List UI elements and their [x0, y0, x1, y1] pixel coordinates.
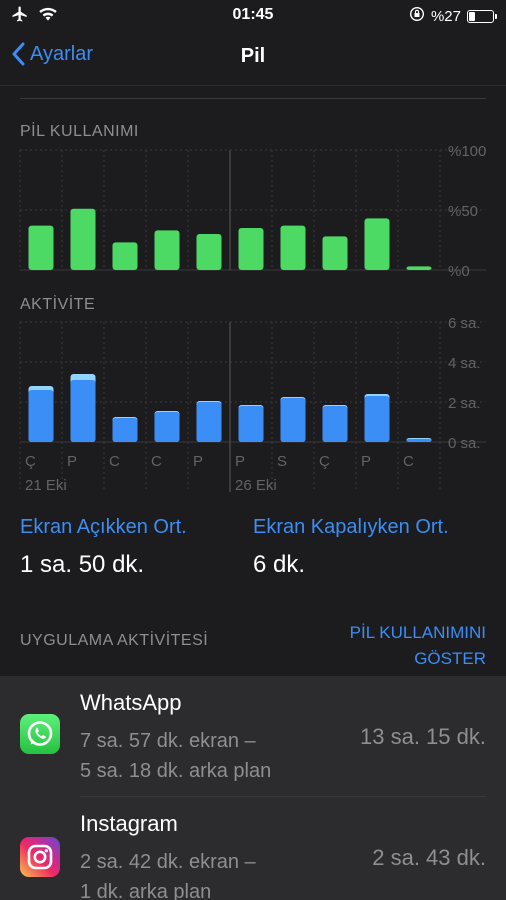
x-tick-label: P	[67, 453, 77, 470]
status-right: %27	[409, 6, 497, 26]
y-tick-label: 6 sa.	[448, 315, 481, 332]
show-battery-usage-line2: GÖSTER	[414, 649, 486, 668]
battery-bar	[406, 266, 432, 270]
x-tick-label: P	[361, 453, 371, 470]
activity-bar-screen-on	[154, 412, 180, 442]
screen-off-average: Ekran Kapalıyken Ort. 6 dk.	[253, 516, 449, 579]
screen-off-value: 6 dk.	[253, 551, 306, 578]
x-tick-label: C	[151, 453, 162, 470]
app-activity-title: UYGULAMA AKTİVİTESİ	[20, 632, 209, 649]
y-tick-label: 4 sa.	[448, 355, 481, 372]
app-total-time: 13 sa. 15 dk.	[360, 724, 486, 749]
activity-bar-screen-on	[406, 439, 432, 442]
activity-bar-screen-on	[28, 390, 54, 442]
app-screen-time: 2 sa. 42 dk. ekran –	[80, 851, 256, 873]
y-tick-label: %100	[448, 143, 486, 160]
x-tick-label: P	[235, 453, 245, 470]
battery-bar	[280, 225, 306, 270]
activity-bar-screen-on	[70, 380, 96, 442]
battery-fill	[469, 11, 476, 21]
app-row-whatsapp[interactable]: WhatsApp 7 sa. 57 dk. ekran – 5 sa. 18 d…	[0, 676, 506, 797]
x-tick-label: Ç	[319, 453, 330, 470]
screen-on-label: Ekran Açıkken Ort.	[20, 516, 187, 538]
screen-on-value: 1 sa. 50 dk.	[20, 551, 145, 578]
app-list: WhatsApp 7 sa. 57 dk. ekran – 5 sa. 18 d…	[0, 676, 506, 900]
screen-off-label: Ekran Kapalıyken Ort.	[253, 516, 449, 538]
battery-bar	[28, 225, 54, 270]
battery-bar	[364, 218, 390, 270]
date-label: 21 Eki	[25, 477, 67, 494]
activity-bar-screen-on	[238, 406, 264, 442]
x-tick-label: C	[403, 453, 414, 470]
activity-bar-screen-on	[364, 396, 390, 442]
y-tick-label: %50	[448, 203, 478, 220]
x-tick-label: S	[277, 453, 287, 470]
page-title: Pil	[240, 45, 266, 67]
y-tick-label: %0	[448, 263, 470, 280]
battery-charts-section: PİL KULLANIMI AKTİVİTE %100 %50 %0 6 sa. 4 …	[0, 86, 506, 676]
instagram-icon	[20, 837, 60, 877]
x-tick-label: C	[109, 453, 120, 470]
app-usage-detail: 2 sa. 42 dk. ekran – 1 dk. arka plan	[80, 847, 256, 900]
usage-charts[interactable]: %100 %50 %0 6 sa. 4 sa. 2 sa. 0 sa. Ç P C C P P S Ç P…	[0, 86, 506, 506]
rotation-lock-icon	[409, 6, 425, 26]
x-tick-label: Ç	[25, 453, 36, 470]
app-background-time: 1 dk. arka plan	[80, 881, 212, 900]
whatsapp-icon	[20, 714, 60, 754]
battery-bar	[238, 228, 264, 270]
show-battery-usage-button[interactable]: PİL KULLANIMINI GÖSTER	[350, 620, 486, 672]
screen-on-average: Ekran Açıkken Ort. 1 sa. 50 dk.	[20, 516, 187, 579]
app-name: Instagram	[80, 811, 178, 836]
status-bar: 01:45 %27	[0, 0, 506, 32]
x-tick-label: P	[193, 453, 203, 470]
battery-percent: %27	[430, 7, 461, 25]
y-tick-label: 2 sa.	[448, 395, 481, 412]
battery-bar	[112, 242, 138, 270]
show-battery-usage-line1: PİL KULLANIMINI	[349, 623, 486, 642]
app-screen-time: 7 sa. 57 dk. ekran –	[80, 730, 256, 752]
app-background-time: 5 sa. 18 dk. arka plan	[80, 760, 272, 782]
activity-bar-screen-on	[112, 418, 138, 442]
battery-bar	[196, 234, 222, 270]
date-label: 26 Eki	[235, 477, 277, 494]
nav-bar: Ayarlar Pil	[0, 32, 506, 86]
app-name: WhatsApp	[80, 690, 182, 715]
battery-bar	[70, 208, 96, 270]
battery-bar	[154, 230, 180, 270]
battery-icon	[467, 9, 497, 23]
app-row-instagram[interactable]: Instagram 2 sa. 42 dk. ekran – 1 dk. ark…	[0, 797, 506, 900]
activity-bar-screen-on	[322, 406, 348, 442]
activity-bar-screen-on	[196, 402, 222, 442]
activity-bar-screen-on	[280, 398, 306, 442]
y-tick-label: 0 sa.	[448, 435, 481, 452]
app-total-time: 2 sa. 43 dk.	[372, 845, 486, 870]
app-usage-detail: 7 sa. 57 dk. ekran – 5 sa. 18 dk. arka p…	[80, 726, 271, 786]
battery-bar	[322, 236, 348, 270]
